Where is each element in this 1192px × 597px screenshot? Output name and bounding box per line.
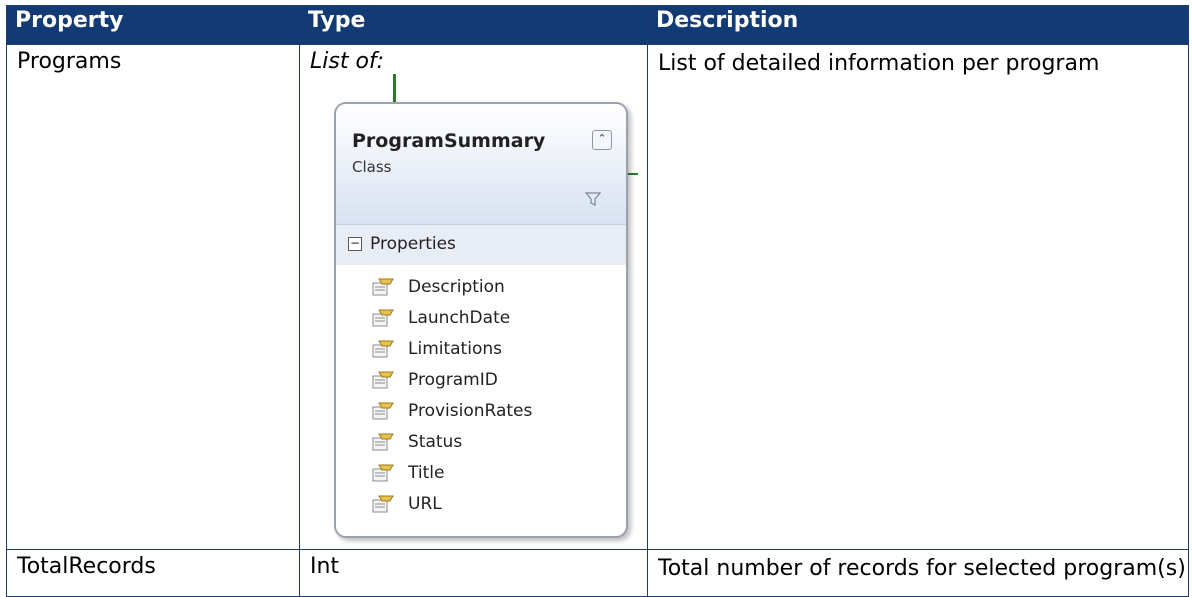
properties-section-header[interactable]: − Properties — [336, 225, 626, 265]
list-item[interactable]: ProgramID — [336, 366, 626, 397]
property-icon — [372, 495, 394, 513]
type-label: List of: — [310, 49, 385, 74]
cell-property: Programs — [6, 44, 300, 550]
cell-description: Total number of records for selected pro… — [647, 549, 1189, 597]
property-icon — [372, 464, 394, 482]
list-item[interactable]: Status — [336, 428, 626, 459]
cell-type: Int — [299, 549, 648, 597]
property-icon — [372, 371, 394, 389]
cell-description: List of detailed information per program — [647, 44, 1189, 550]
header-type: Type — [299, 5, 648, 45]
member-label: Title — [408, 463, 445, 483]
cell-type: List of: ProgramSummary Class ⌃ − Proper… — [299, 44, 648, 550]
property-icon — [372, 433, 394, 451]
property-icon — [372, 340, 394, 358]
section-label: Properties — [370, 234, 456, 254]
member-label: ProvisionRates — [408, 401, 533, 421]
list-item[interactable]: URL — [336, 490, 626, 521]
list-item[interactable]: LaunchDate — [336, 304, 626, 335]
description-text: List of detailed information per program — [658, 51, 1100, 76]
member-label: Description — [408, 277, 505, 297]
class-name: ProgramSummary — [352, 130, 546, 152]
table-row: Programs List of: ProgramSummary Class ⌃ — [6, 44, 1189, 550]
table-header-row: Property Type Description — [6, 5, 1189, 45]
list-item[interactable]: Limitations — [336, 335, 626, 366]
cell-property: TotalRecords — [6, 549, 300, 597]
class-shape-header: ProgramSummary Class ⌃ — [336, 104, 626, 225]
member-label: LaunchDate — [408, 308, 511, 328]
property-name: Programs — [17, 49, 122, 74]
collapse-section-icon[interactable]: − — [348, 237, 362, 251]
member-label: Status — [408, 432, 463, 452]
list-item[interactable]: ProvisionRates — [336, 397, 626, 428]
double-chevron-up-icon[interactable]: ⌃ — [592, 130, 612, 150]
properties-table: Property Type Description Programs List … — [6, 5, 1189, 597]
property-icon — [372, 309, 394, 327]
table-row: TotalRecords Int Total number of records… — [6, 549, 1189, 597]
member-label: Limitations — [408, 339, 502, 359]
property-icon — [372, 278, 394, 296]
header-description: Description — [647, 5, 1189, 45]
class-shape[interactable]: ProgramSummary Class ⌃ − Properties Desc… — [334, 102, 628, 538]
list-item[interactable]: Description — [336, 273, 626, 304]
header-property: Property — [6, 5, 300, 45]
property-icon — [372, 402, 394, 420]
member-list: Description LaunchDate Limitations Progr… — [336, 265, 626, 521]
class-diagram: ProgramSummary Class ⌃ − Properties Desc… — [326, 74, 666, 544]
list-item[interactable]: Title — [336, 459, 626, 490]
class-stereotype: Class — [352, 158, 392, 176]
member-label: ProgramID — [408, 370, 498, 390]
type-label: Int — [310, 554, 340, 579]
description-text: Total number of records for selected pro… — [658, 556, 1186, 581]
filter-icon[interactable] — [584, 190, 602, 208]
member-label: URL — [408, 494, 442, 514]
property-name: TotalRecords — [17, 554, 156, 579]
